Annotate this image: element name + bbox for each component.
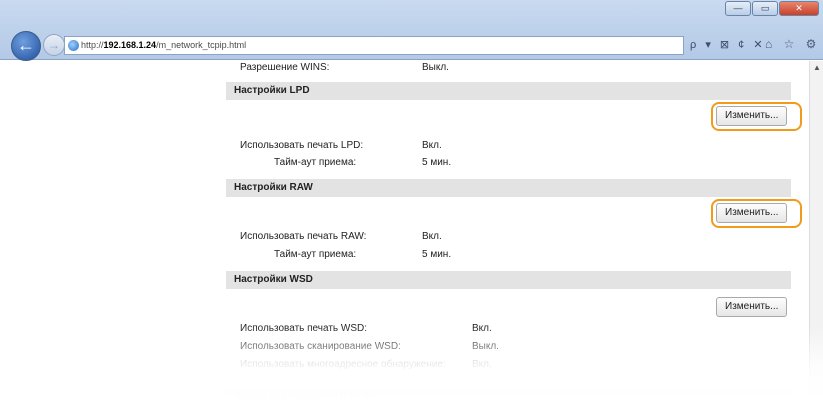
raw-section-header: Настройки RAW [226,179,791,197]
arrow-left-icon: ← [17,35,35,55]
lpd-use-value: Вкл. [422,140,442,151]
lpd-timeout-label: Тайм-аут приема: [274,157,357,168]
ftp-pasv-section-header: Настройки прокси FTP PASV [226,389,791,401]
raw-timeout-label: Тайм-аут приема: [274,249,357,260]
lpd-timeout-value: 5 мин. [422,157,452,168]
wsd-scan-value: Выкл. [472,341,499,352]
lpd-section-header: Настройки LPD [226,82,791,100]
browser-toolbar: — ▭ ✕ ← → http://192.168.1.24/m_network_… [0,0,823,61]
wsd-multicast-label: Использовать многоадресное обнаружение: [240,359,446,370]
raw-timeout-value: 5 мин. [422,249,452,260]
lpd-edit-button[interactable]: Изменить... [716,106,788,126]
url-path: /m_network_tcpip.html [156,40,247,50]
page-icon [68,40,79,51]
minimize-button[interactable]: — [725,1,751,16]
wsd-edit-button[interactable]: Изменить... [716,297,788,317]
page-content: Разрешение WINS: Выкл. Настройки LPD Изм… [0,61,823,401]
raw-use-value: Вкл. [422,231,442,242]
address-tools[interactable]: ρ ▾ ⊠ ¢ ✕ [690,38,766,51]
browser-tool-icons[interactable]: ⌂ ☆ ⚙ [765,37,820,51]
forward-button[interactable]: → [43,34,65,56]
address-bar[interactable]: http://192.168.1.24/m_network_tcpip.html [64,36,684,55]
raw-use-label: Использовать печать RAW: [240,231,367,242]
wsd-multicast-value: Вкл. [472,359,492,370]
lpd-use-label: Использовать печать LPD: [240,140,364,151]
wsd-print-value: Вкл. [472,323,492,334]
scroll-up-icon[interactable]: ▲ [813,63,821,72]
wsd-print-label: Использовать печать WSD: [240,323,368,334]
close-button[interactable]: ✕ [779,1,819,16]
wsd-scan-label: Использовать сканирование WSD: [240,341,401,352]
raw-edit-button[interactable]: Изменить... [716,203,788,223]
url-prefix: http:// [81,40,104,50]
window-controls: — ▭ ✕ [725,1,819,16]
vertical-scrollbar[interactable]: ▲ [809,61,823,401]
url-host: 192.168.1.24 [103,40,157,50]
wins-value: Выкл. [422,62,449,73]
maximize-button[interactable]: ▭ [752,1,778,16]
wsd-section-header: Настройки WSD [226,271,791,289]
wins-label: Разрешение WINS: [240,62,330,73]
back-button[interactable]: ← [11,31,41,61]
arrow-right-icon: → [48,38,60,52]
